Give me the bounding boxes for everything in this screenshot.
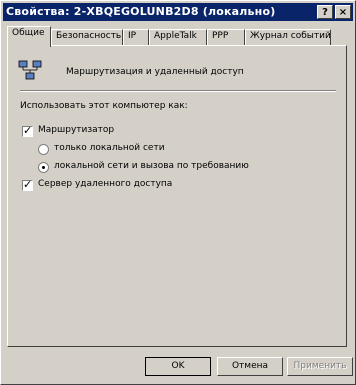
tab-general[interactable]: Общие [7,26,51,47]
apply-button[interactable]: Применить [287,357,353,376]
tab-ip[interactable]: IP [123,29,149,45]
ok-button[interactable]: OK [144,356,212,377]
router-label[interactable]: Маршрутизатор [38,125,114,135]
properties-window: Свойства: 2-XBQEGOLUNB2D8 (локально) ? ×… [0,0,356,385]
ras-checkbox[interactable] [22,178,33,191]
lan-only-radio[interactable] [38,144,49,155]
help-button[interactable]: ? [317,5,333,19]
cancel-button[interactable]: Отмена [217,357,283,376]
use-as-label: Использовать этот компьютер как: [20,101,188,111]
tab-event-log[interactable]: Журнал событий [245,29,331,45]
close-button[interactable]: × [335,5,351,19]
network-icon [18,60,42,80]
divider [20,90,336,92]
tab-ppp[interactable]: PPP [207,29,245,45]
title-bar[interactable]: Свойства: 2-XBQEGOLUNB2D8 (локально) ? × [3,3,353,21]
tab-strip: Общие Безопасность IP AppleTalk PPP Журн… [7,26,347,47]
general-tab-panel: Маршрутизация и удаленный доступ Использ… [7,45,347,347]
window-title: Свойства: 2-XBQEGOLUNB2D8 (локально) [6,5,276,18]
ras-label[interactable]: Сервер удаленного доступа [38,179,172,189]
tab-security[interactable]: Безопасность [51,29,123,45]
lan-and-demand-label[interactable]: локальной сети и вызова по требованию [54,161,249,171]
tab-appletalk[interactable]: AppleTalk [149,29,207,45]
router-checkbox[interactable] [22,124,33,137]
lan-and-demand-radio[interactable] [38,162,49,173]
service-name: Маршрутизация и удаленный доступ [66,67,244,77]
lan-only-label[interactable]: только локальной сети [54,143,165,153]
